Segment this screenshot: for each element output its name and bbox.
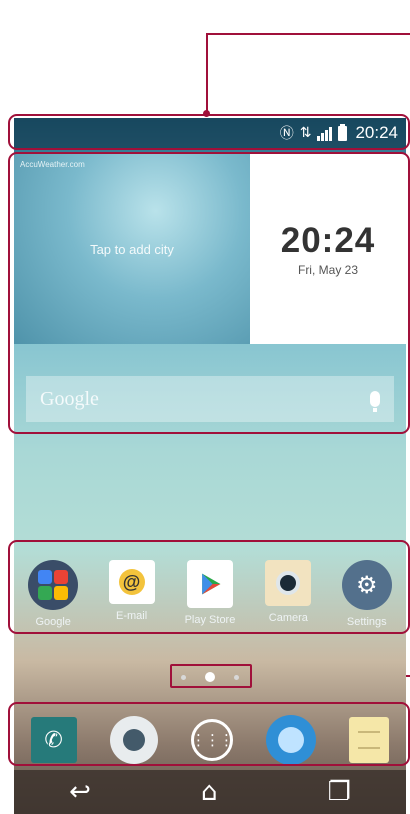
callout-line-top-horizontal — [206, 33, 410, 35]
page-dot-active[interactable] — [204, 672, 215, 682]
contacts-icon[interactable] — [109, 716, 158, 764]
google-search-label: Google — [40, 387, 99, 410]
home-icon[interactable]: ⌂ — [201, 777, 218, 807]
status-time: 20:24 — [355, 123, 398, 142]
recent-apps-icon[interactable]: ❐ — [328, 777, 351, 807]
google-search-bar[interactable]: Google — [26, 376, 394, 422]
app-label-google: Google — [35, 616, 71, 628]
dock: ✆ ⋮⋮⋮ — [14, 710, 406, 770]
weather-source: AccuWeather.com — [20, 160, 85, 169]
phone-icon[interactable]: ✆ — [30, 717, 77, 763]
page-dot[interactable] — [181, 674, 187, 680]
battery-icon — [338, 123, 348, 141]
phone-screen: Ⓝ ⇅ 20:24 AccuWeather.com Tap to add cit… — [14, 118, 406, 814]
callout-dot-status — [203, 110, 210, 117]
page-dot[interactable] — [233, 674, 239, 680]
browser-icon[interactable] — [266, 715, 317, 765]
app-label-email: E-mail — [115, 610, 148, 622]
nav-bar: ↩ ⌂ ❐ — [14, 770, 406, 814]
back-icon[interactable]: ↩ — [69, 777, 91, 807]
app-email[interactable]: @ E-mail — [97, 560, 167, 646]
app-google[interactable]: Google — [18, 560, 88, 646]
callout-line-top-vertical — [206, 34, 208, 112]
apps-icon[interactable]: ⋮⋮⋮ — [190, 719, 234, 761]
memo-icon[interactable] — [349, 717, 390, 763]
app-camera[interactable]: Camera — [253, 560, 323, 646]
clock-date: Fri, May 23 — [297, 263, 358, 277]
google-folder-icon — [28, 560, 79, 610]
email-icon: @ — [108, 560, 155, 604]
settings-icon: ⚙ — [341, 560, 392, 610]
app-label-play-store: Play Store — [184, 614, 236, 626]
camera-icon — [265, 560, 312, 606]
tap-to-add-city[interactable]: Tap to add city — [14, 242, 250, 257]
app-play-store[interactable]: Play Store — [175, 560, 245, 646]
app-settings[interactable]: ⚙ Settings — [332, 560, 402, 646]
clock-widget[interactable]: 20:24 Fri, May 23 — [250, 154, 406, 344]
mic-icon[interactable] — [370, 391, 380, 412]
lte-icon: ⇅ — [299, 125, 312, 141]
home-app-row: Google @ E-mail Play Store Camera ⚙ Sett… — [14, 560, 406, 646]
weather-widget[interactable]: AccuWeather.com Tap to add city — [14, 154, 250, 344]
app-label-camera: Camera — [268, 612, 308, 624]
status-bar: Ⓝ ⇅ 20:24 — [14, 118, 406, 148]
clock-time: 20:24 — [280, 221, 376, 260]
play-store-icon — [186, 560, 233, 608]
page-indicator[interactable] — [172, 670, 248, 684]
signal-icon — [317, 126, 333, 141]
nfc-icon: Ⓝ — [279, 126, 294, 142]
app-label-settings: Settings — [346, 616, 387, 628]
